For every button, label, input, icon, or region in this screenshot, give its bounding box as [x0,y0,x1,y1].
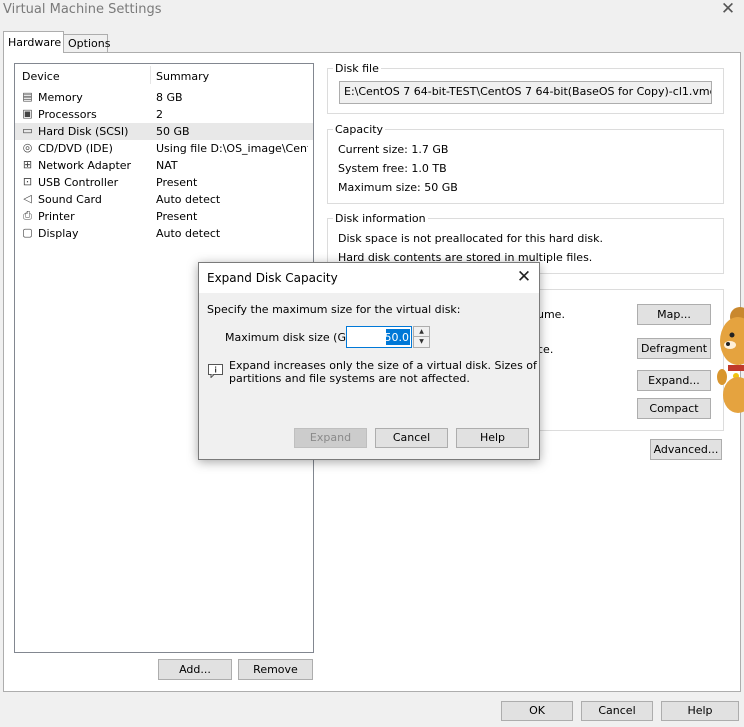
remove-button[interactable]: Remove [238,659,313,680]
ok-button[interactable]: OK [501,701,573,721]
memory-icon: ▤ [22,90,33,103]
close-icon[interactable]: ✕ [718,0,738,19]
device-summary: Present [156,210,198,223]
expand-button[interactable]: Expand... [637,370,711,391]
device-name: Processors [38,108,97,121]
maximum-size-text: Maximum size: 50 GB [338,181,458,194]
printer-icon: ⎙ [23,209,32,222]
map-button[interactable]: Map... [637,304,711,325]
device-list-header: Device Summary [15,64,313,86]
device-row-sound-card[interactable]: ◁ Sound Card Auto detect [15,191,313,208]
dialog-title-bar: Expand Disk Capacity ✕ [199,263,539,293]
info-line1: Expand increases only the size of a virt… [229,359,537,372]
info-icon [208,364,223,378]
tab-hardware[interactable]: Hardware [3,31,64,53]
advanced-button[interactable]: Advanced... [650,439,722,460]
device-summary: Auto detect [156,227,221,240]
device-row-hard-disk-scsi[interactable]: ▭ Hard Disk (SCSI) 50 GB [15,123,313,140]
device-name: Sound Card [38,193,102,206]
device-name: USB Controller [38,176,119,189]
tab-options-label: Options [68,37,111,50]
network-adapter-icon: ⊞ [22,158,33,171]
mascot-bear-icon [717,307,744,413]
device-name: Display [38,227,79,240]
dialog-expand-button[interactable]: Expand [294,428,367,448]
column-separator [150,66,151,84]
device-row-processors[interactable]: ▣ Processors 2 [15,106,313,123]
processor-icon: ▣ [22,107,33,120]
device-summary: 2 [156,108,163,121]
device-name: Network Adapter [38,159,132,172]
spin-down-icon[interactable]: ▼ [414,337,429,347]
usb-icon: ⊡ [22,175,33,188]
display-icon: ▢ [22,226,33,239]
device-summary: Using file D:\OS_image\Cent... [156,142,308,155]
max-size-field[interactable] [346,326,412,348]
device-name: Hard Disk (SCSI) [38,125,129,138]
capacity-label: Capacity [333,123,386,136]
device-summary: 8 GB [156,91,183,104]
dialog-title: Expand Disk Capacity [207,271,338,285]
cancel-button[interactable]: Cancel [581,701,653,721]
disk-file-path: E:\CentOS 7 64-bit-TEST\CentOS 7 64-bit(… [339,81,712,104]
utilities-text-fragment-1: ume. [537,308,565,321]
disk-file-label: Disk file [333,62,381,75]
system-free-text: System free: 1.0 TB [338,162,447,175]
max-size-spinner[interactable]: ▲ ▼ [413,326,430,348]
disk-info-line1: Disk space is not preallocated for this … [338,232,603,245]
title-bar: Virtual Machine Settings ✕ [0,0,744,22]
device-summary: Auto detect [156,193,221,206]
defragment-button[interactable]: Defragment [637,338,711,359]
device-summary: NAT [156,159,178,172]
device-row-printer[interactable]: ⎙ Printer Present [15,208,313,225]
cd-dvd-icon: ◎ [22,141,33,154]
add-button[interactable]: Add... [158,659,232,680]
info-line2: partitions and file systems are not affe… [229,372,470,385]
device-row-network-adapter[interactable]: ⊞ Network Adapter NAT [15,157,313,174]
dialog-help-button[interactable]: Help [456,428,529,448]
hard-disk-icon: ▭ [22,124,33,137]
spin-up-icon[interactable]: ▲ [414,327,429,337]
dialog-instruction: Specify the maximum size for the virtual… [207,303,461,316]
device-row-memory[interactable]: ▤ Memory 8 GB [15,89,313,106]
dialog-cancel-button[interactable]: Cancel [375,428,448,448]
current-size-text: Current size: 1.7 GB [338,143,449,156]
device-name: Printer [38,210,75,223]
device-row-display[interactable]: ▢ Display Auto detect [15,225,313,242]
device-name: Memory [38,91,83,104]
tab-options[interactable]: Options [63,34,111,53]
sound-card-icon: ◁ [23,192,32,205]
device-row-usb-controller[interactable]: ⊡ USB Controller Present [15,174,313,191]
expand-disk-capacity-dialog: Expand Disk Capacity ✕ Specify the maxim… [198,262,540,460]
summary-column-header[interactable]: Summary [156,70,209,83]
disk-information-label: Disk information [333,212,428,225]
max-size-input[interactable] [349,329,409,345]
window-title: Virtual Machine Settings [3,2,162,17]
help-button[interactable]: Help [661,701,739,721]
device-name: CD/DVD (IDE) [38,142,113,155]
device-summary: 50 GB [156,125,190,138]
tab-hardware-label: Hardware [8,36,62,49]
device-row-cd-dvd-ide[interactable]: ◎ CD/DVD (IDE) Using file D:\OS_image\Cent… [15,140,313,157]
device-column-header[interactable]: Device [22,70,60,83]
max-size-label: Maximum disk size (GB): [225,331,362,344]
device-summary: Present [156,176,198,189]
compact-button[interactable]: Compact [637,398,711,419]
dialog-close-icon[interactable]: ✕ [513,267,535,289]
